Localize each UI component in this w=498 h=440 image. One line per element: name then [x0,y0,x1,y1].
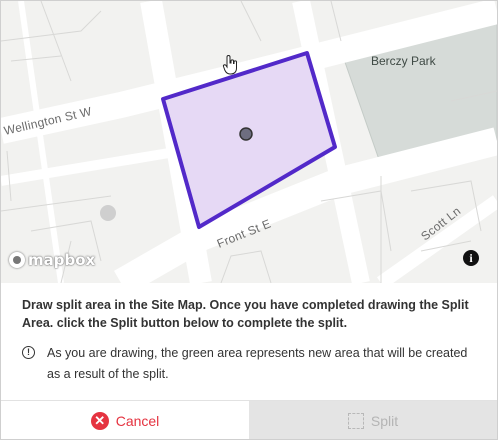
map-marker [100,205,116,221]
map-info-button[interactable]: i [463,250,479,266]
note-text: As you are drawing, the green area repre… [47,346,468,381]
cancel-button[interactable]: ✕ Cancel [1,401,249,439]
split-dialog: Wellington St W Front St E Scott Ln Berc… [0,0,498,440]
map-canvas[interactable]: Wellington St W Front St E Scott Ln Berc… [1,1,497,283]
close-circle-icon: ✕ [90,411,109,430]
note-row: ! As you are drawing, the green area rep… [22,343,482,385]
exclamation-circle-icon: ! [22,346,35,359]
split-button[interactable]: Split [249,401,497,439]
dialog-footer: ✕ Cancel Split [1,400,497,439]
mapbox-wordmark: mapbox [28,251,96,269]
polygon-center-handle[interactable] [239,127,253,141]
mapbox-logo[interactable]: mapbox [9,251,95,269]
instructions-panel: Draw split area in the Site Map. Once yo… [1,283,497,400]
mapbox-mark-icon [9,252,25,268]
cancel-button-label: Cancel [115,412,160,429]
split-icon [347,412,364,429]
info-icon: i [469,250,473,265]
park-label: Berczy Park [371,54,437,68]
instruction-text: Draw split area in the Site Map. Once yo… [22,298,469,330]
split-button-label: Split [370,412,399,429]
site-map[interactable]: Wellington St W Front St E Scott Ln Berc… [1,1,497,283]
